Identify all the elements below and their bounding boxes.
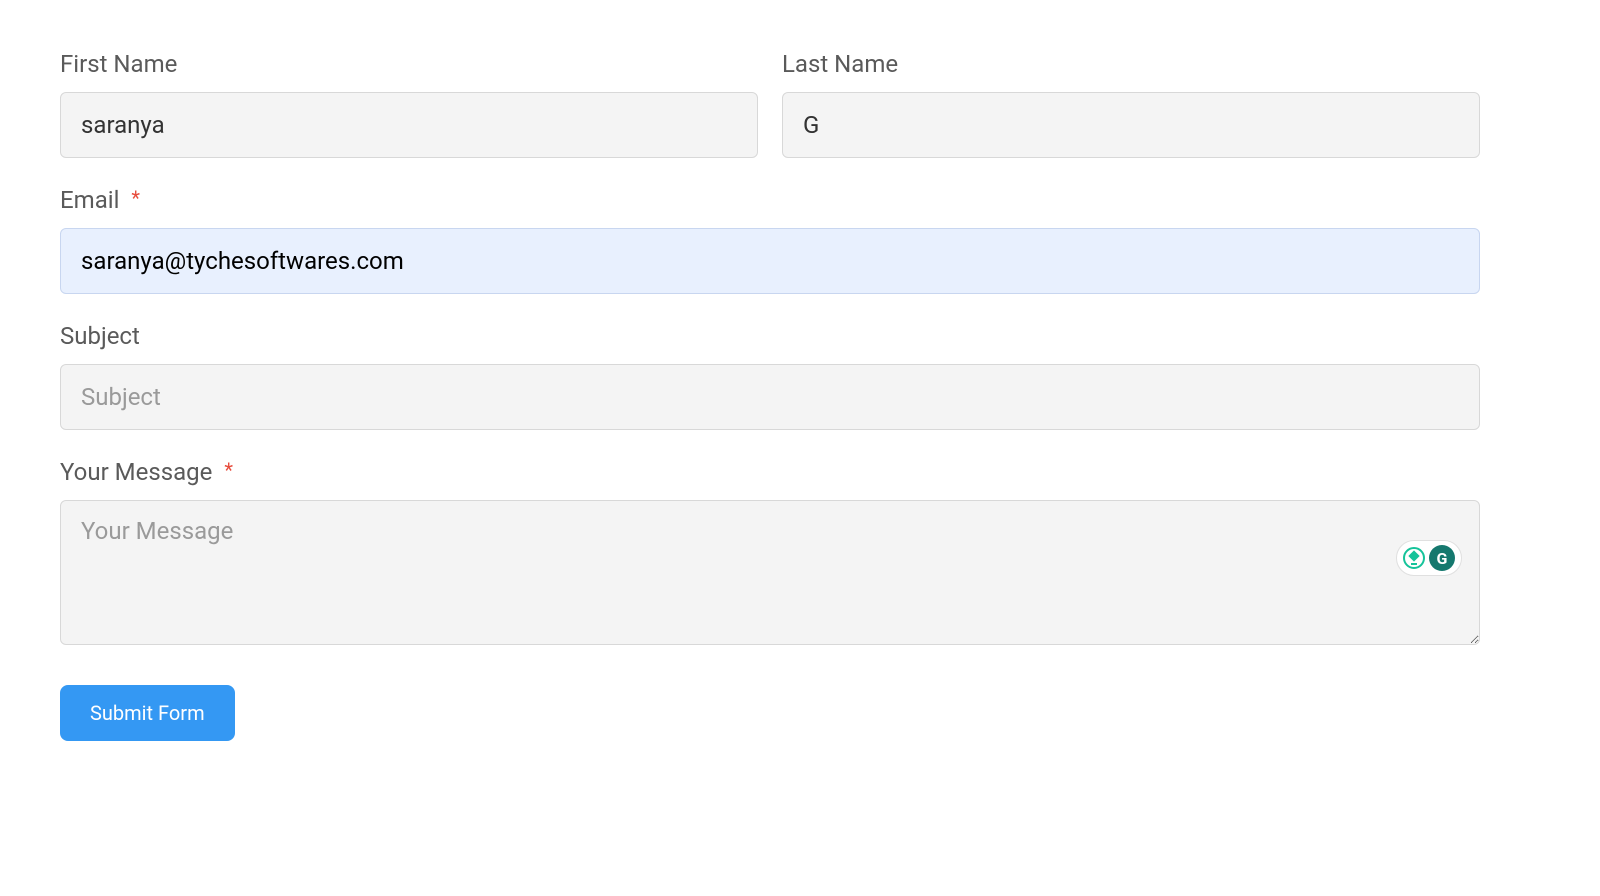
email-row: Email *	[60, 186, 1480, 294]
last-name-group: Last Name	[782, 50, 1480, 158]
email-label-text: Email	[60, 186, 119, 214]
email-group: Email *	[60, 186, 1480, 294]
required-asterisk-icon: *	[131, 186, 140, 210]
subject-row: Subject	[60, 322, 1480, 430]
subject-label: Subject	[60, 322, 1480, 350]
grammarly-suggest-icon	[1403, 547, 1425, 569]
email-input[interactable]	[60, 228, 1480, 294]
message-label-text: Your Message	[60, 458, 212, 486]
last-name-input[interactable]	[782, 92, 1480, 158]
grammarly-widget[interactable]: G	[1396, 540, 1462, 576]
first-name-group: First Name	[60, 50, 758, 158]
last-name-label: Last Name	[782, 50, 1480, 78]
name-row: First Name Last Name	[60, 50, 1480, 158]
submit-button[interactable]: Submit Form	[60, 685, 235, 741]
email-label: Email *	[60, 186, 1480, 214]
grammarly-logo-icon: G	[1429, 545, 1455, 571]
required-asterisk-icon: *	[224, 458, 233, 482]
first-name-input[interactable]	[60, 92, 758, 158]
message-textarea[interactable]	[60, 500, 1480, 645]
first-name-label: First Name	[60, 50, 758, 78]
contact-form: First Name Last Name Email * Subject You…	[60, 50, 1480, 741]
subject-input[interactable]	[60, 364, 1480, 430]
subject-group: Subject	[60, 322, 1480, 430]
message-label: Your Message *	[60, 458, 1480, 486]
message-group: Your Message * G	[60, 458, 1480, 649]
message-textarea-wrapper: G	[60, 500, 1480, 649]
message-row: Your Message * G	[60, 458, 1480, 649]
